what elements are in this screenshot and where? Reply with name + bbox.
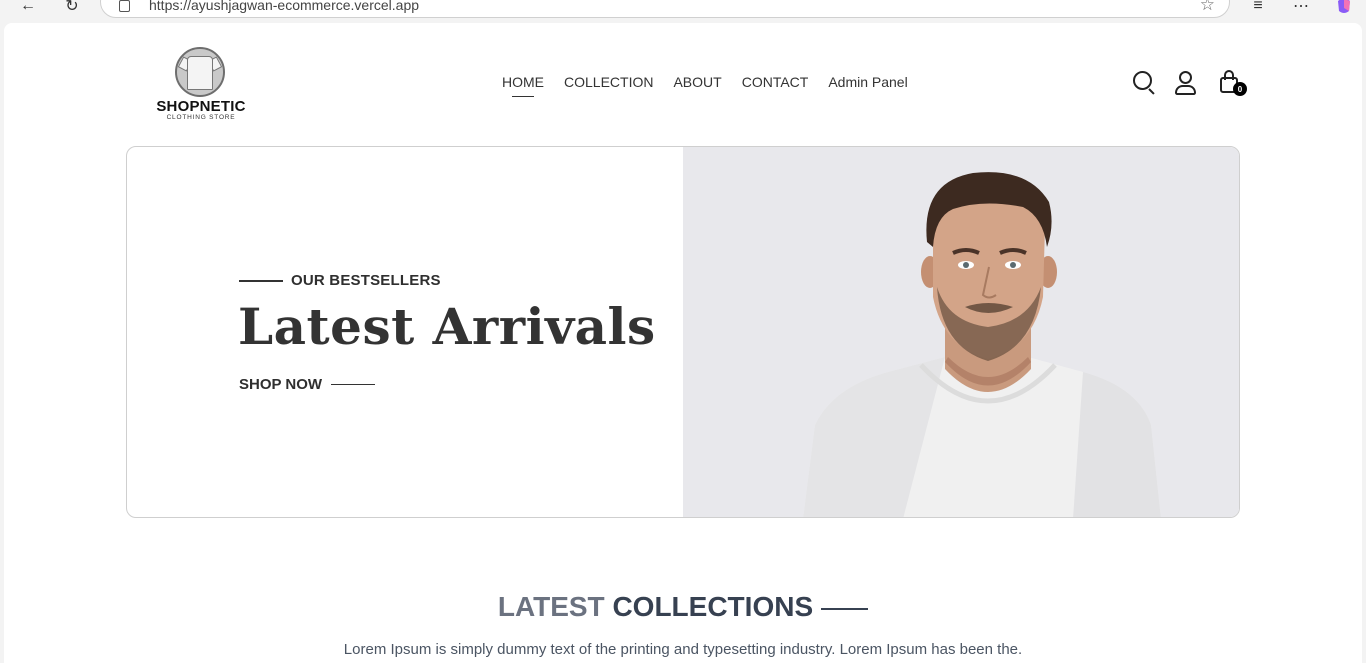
user-icon[interactable] bbox=[1173, 69, 1199, 97]
more-options-icon[interactable]: ⋯ bbox=[1291, 0, 1311, 16]
hero-image bbox=[683, 147, 1239, 517]
latest-collections-title: LATEST COLLECTIONS bbox=[4, 591, 1362, 623]
brand-name: SHOPNETIC bbox=[156, 98, 246, 115]
nav-about[interactable]: ABOUT bbox=[673, 74, 721, 90]
brand-tagline: CLOTHING STORE bbox=[166, 114, 236, 121]
header-actions: 0 bbox=[1129, 69, 1249, 103]
shopping-bag-icon[interactable]: 0 bbox=[1217, 69, 1247, 97]
site-logo[interactable]: SHOPNETIC CLOTHING STORE bbox=[151, 47, 251, 123]
hero-text-panel: OUR BESTSELLERS Latest Arrivals SHOP NOW bbox=[127, 147, 683, 517]
cart-count-badge: 0 bbox=[1233, 82, 1247, 96]
latest-collections-subtitle: Lorem Ipsum is simply dummy text of the … bbox=[343, 641, 1023, 658]
title-light: LATEST bbox=[497, 591, 605, 622]
refresh-icon[interactable]: ↻ bbox=[62, 0, 82, 16]
reading-list-icon[interactable]: ≡ bbox=[1248, 0, 1268, 16]
favorite-star-icon[interactable]: ☆ bbox=[1200, 0, 1215, 15]
url-text: https://ayushjagwan-ecommerce.vercel.app bbox=[149, 0, 420, 13]
tshirt-logo-icon bbox=[175, 47, 225, 97]
browser-toolbar: ← ↻ https://ayushjagwan-ecommerce.vercel… bbox=[0, 0, 1366, 22]
nav-contact[interactable]: CONTACT bbox=[742, 74, 809, 90]
eyebrow-line bbox=[239, 279, 283, 282]
hero-banner: OUR BESTSELLERS Latest Arrivals SHOP NOW bbox=[126, 146, 1240, 518]
web-page: SHOPNETIC CLOTHING STORE HOME COLLECTION… bbox=[4, 23, 1362, 663]
title-bold: COLLECTIONS bbox=[612, 591, 814, 622]
hero-title: Latest Arrivals bbox=[238, 297, 656, 356]
main-nav: HOME COLLECTION ABOUT CONTACT Admin Pane… bbox=[502, 74, 908, 97]
eyebrow-text: OUR BESTSELLERS bbox=[291, 272, 441, 289]
hero-eyebrow: OUR BESTSELLERS bbox=[239, 272, 441, 289]
nav-collection[interactable]: COLLECTION bbox=[564, 74, 653, 90]
model-photo bbox=[803, 172, 1161, 517]
nav-admin-panel[interactable]: Admin Panel bbox=[828, 74, 907, 90]
shop-now-label: SHOP NOW bbox=[239, 376, 323, 393]
copilot-icon[interactable] bbox=[1334, 0, 1354, 16]
site-info-icon[interactable] bbox=[119, 0, 130, 12]
shop-now-line bbox=[331, 383, 376, 386]
search-icon[interactable] bbox=[1131, 69, 1157, 97]
nav-home[interactable]: HOME bbox=[502, 74, 544, 97]
shop-now-link[interactable]: SHOP NOW bbox=[239, 376, 376, 393]
back-arrow-icon[interactable]: ← bbox=[18, 0, 38, 16]
address-bar[interactable]: https://ayushjagwan-ecommerce.vercel.app… bbox=[100, 0, 1230, 18]
title-underline bbox=[821, 607, 869, 610]
